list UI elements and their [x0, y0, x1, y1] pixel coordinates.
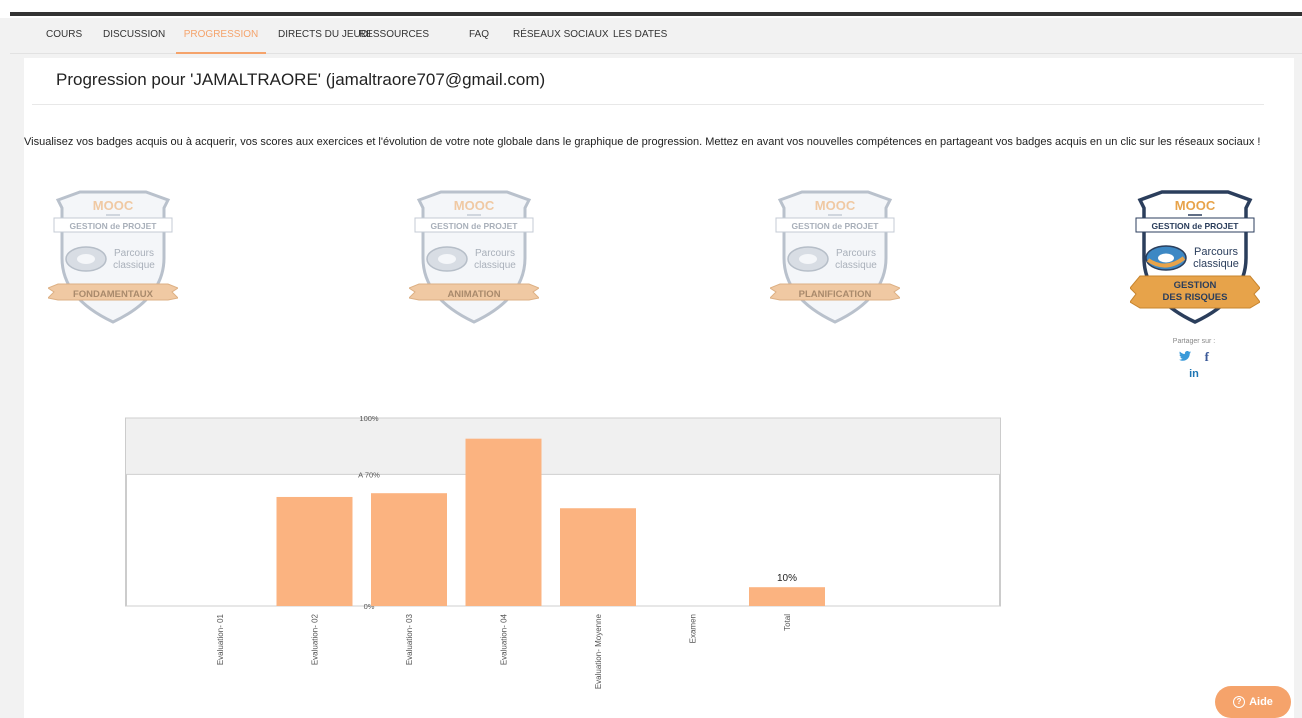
bar [560, 508, 636, 606]
help-icon: ? [1233, 696, 1246, 709]
badge-subtitle: GESTION de PROJET [792, 221, 880, 231]
badge-ribbon: PLANIFICATION [799, 289, 872, 300]
badge-ribbon-line2: DES RISQUES [1163, 292, 1228, 303]
badge-parcours: Parcours [836, 248, 876, 259]
x-tick-label: Evaluation- 03 [405, 613, 414, 665]
tab-ressources[interactable]: RESSOURCES [359, 18, 429, 54]
data-label: 10% [777, 573, 797, 584]
help-label: Aide [1249, 696, 1273, 708]
badge-fondamentaux[interactable]: MOOC GESTION de PROJET Parcours classiqu… [48, 188, 178, 328]
badge-mooc-label: MOOC [1175, 198, 1216, 213]
badge-mooc-label: MOOC [815, 198, 856, 213]
badge-gestion-des-risques[interactable]: MOOC GESTION de PROJET Parcours classiqu… [1130, 188, 1260, 328]
target-band [126, 418, 1000, 475]
tab-discussion[interactable]: DISCUSSION [103, 18, 165, 54]
twitter-icon[interactable] [1179, 349, 1192, 364]
tab-les-dates[interactable]: LES DATES [613, 18, 667, 54]
badge-ribbon: GESTION [1174, 280, 1217, 291]
tab-faq[interactable]: FAQ [469, 18, 489, 54]
badge-parcours: Parcours [475, 248, 515, 259]
share-panel: Partager sur : f in [1164, 338, 1224, 380]
bar [276, 496, 353, 606]
badge-ribbon: FONDAMENTAUX [73, 289, 154, 300]
badge-classique: classique [1193, 258, 1239, 270]
tab-cours[interactable]: COURS [46, 18, 82, 54]
badge-classique: classique [474, 260, 516, 271]
x-tick-label: Evaluation- 04 [500, 613, 509, 665]
x-tick-label: Evaluation- Moyenne [594, 613, 603, 689]
bar [465, 438, 542, 606]
badge-parcours: Parcours [114, 248, 154, 259]
facebook-icon[interactable]: f [1205, 349, 1209, 365]
top-bar [0, 0, 1302, 18]
progress-card: Progression pour 'JAMALTRAORE' (jamaltra… [24, 58, 1294, 718]
x-tick-label: Examen [689, 614, 698, 643]
page-description: Visualisez vos badges acquis ou à acquer… [24, 136, 1261, 148]
badge-classique: classique [113, 260, 155, 271]
page-title: Progression pour 'JAMALTRAORE' (jamaltra… [56, 70, 546, 89]
badge-mooc-label: MOOC [454, 198, 495, 213]
tab-reseaux-sociaux[interactable]: RÉSEAUX SOCIAUX [513, 18, 609, 54]
badge-planification[interactable]: MOOC GESTION de PROJET Parcours classiqu… [770, 188, 900, 328]
badge-classique: classique [835, 260, 877, 271]
help-button[interactable]: ? Aide [1215, 686, 1291, 718]
share-label: Partager sur : [1172, 338, 1216, 345]
badge-subtitle: GESTION de PROJET [70, 221, 158, 231]
x-tick-label: Total [783, 614, 792, 631]
x-tick-label: Evaluation- 02 [311, 613, 320, 665]
tab-directs-du-jeudi[interactable]: DIRECTS DU JEUDI [278, 18, 371, 54]
progress-chart: 100%A 70%0% 10% Evaluation- 01 Evaluation… [125, 414, 1001, 689]
badge-subtitle: GESTION de PROJET [431, 221, 519, 231]
tab-progression[interactable]: PROGRESSION [176, 18, 266, 54]
bar [371, 493, 447, 606]
x-tick-label: Evaluation- 01 [216, 613, 225, 665]
linkedin-icon[interactable]: in [1189, 368, 1199, 380]
badge-parcours: Parcours [1194, 246, 1239, 258]
badge-subtitle: GESTION de PROJET [1152, 221, 1240, 231]
badge-mooc-label: MOOC [93, 198, 134, 213]
badge-animation[interactable]: MOOC GESTION de PROJET Parcours classiqu… [409, 188, 539, 328]
badge-ribbon: ANIMATION [447, 289, 500, 300]
bar [749, 587, 825, 606]
gridline-label: A 70% [358, 470, 380, 479]
gridline-label: 100% [359, 414, 379, 423]
title-divider [32, 104, 1264, 105]
course-nav: COURS DISCUSSION PROGRESSION DIRECTS DU … [10, 18, 1302, 54]
